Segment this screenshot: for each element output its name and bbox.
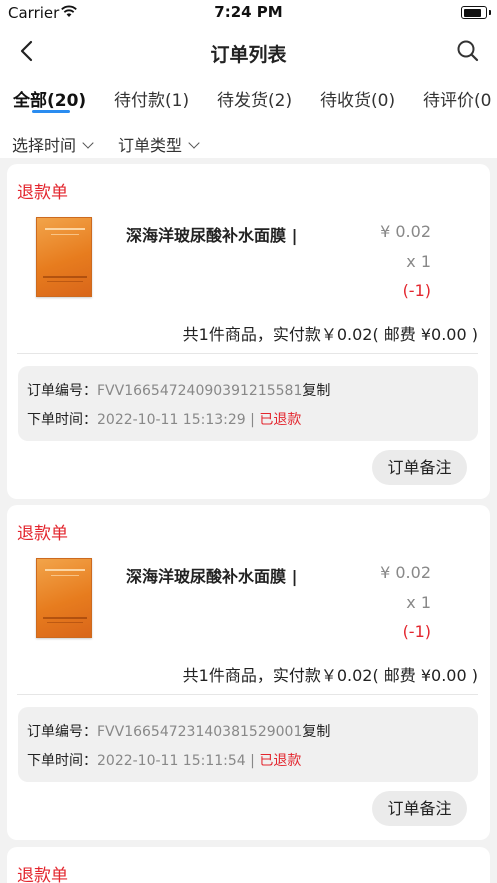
- order-number: FVV16654724090391215581: [97, 383, 303, 399]
- divider: [17, 694, 478, 695]
- page-title: 订单列表: [210, 44, 287, 66]
- tab-pending-shipment[interactable]: 待发货(2): [217, 86, 292, 111]
- product-quantity: x 1: [406, 252, 431, 271]
- clock: 7:24 PM: [214, 3, 283, 21]
- product-quantity: x 1: [406, 593, 431, 612]
- order-summary: 共1件商品，实付款￥0.02( 邮费 ¥0.00 ): [182, 666, 478, 685]
- order-card[interactable]: 退款单: [7, 847, 490, 883]
- order-card[interactable]: 退款单 深海洋玻尿酸补水面膜 | ¥ 0.02 x 1 (-1) 共1件商品，实…: [7, 505, 490, 840]
- order-number-label: 订单编号：: [27, 724, 97, 740]
- refund-tag: 退款单: [17, 866, 68, 883]
- product-price: ¥ 0.02: [380, 563, 431, 582]
- product-image[interactable]: [36, 217, 92, 297]
- order-summary: 共1件商品，实付款￥0.02( 邮费 ¥0.00 ): [182, 325, 478, 344]
- copy-button[interactable]: 复制: [302, 724, 330, 740]
- chevron-down-icon: [188, 137, 200, 149]
- tab-pending-review[interactable]: 待评价(0: [423, 86, 491, 111]
- tab-all[interactable]: 全部(20): [13, 86, 86, 111]
- separator: |: [245, 412, 260, 428]
- type-filter-dropdown[interactable]: 订单类型: [118, 132, 200, 156]
- battery-icon: [461, 6, 487, 19]
- order-status: 已退款: [259, 412, 302, 428]
- time-filter-label: 选择时间: [12, 136, 77, 155]
- time-filter-dropdown[interactable]: 选择时间: [12, 132, 94, 156]
- order-time-line: 下单时间：2022-10-11 15:11:54 | 已退款: [27, 750, 301, 770]
- order-number-line: 订单编号：FVV16654723140381529001复制: [27, 721, 330, 741]
- status-bar: Carrier 7:24 PM: [0, 0, 497, 26]
- type-filter-label: 订单类型: [118, 136, 183, 155]
- chevron-down-icon: [82, 137, 94, 149]
- refund-quantity: (-1): [402, 281, 431, 300]
- battery-cap: [489, 10, 491, 15]
- product-image[interactable]: [36, 558, 92, 638]
- order-time-label: 下单时间：: [27, 412, 97, 428]
- active-tab-indicator: [32, 110, 70, 113]
- refund-tag: 退款单: [17, 183, 68, 203]
- order-status-tabs: 全部(20) 待付款(1) 待发货(2) 待收货(0) 待评价(0: [0, 76, 497, 120]
- divider: [17, 353, 478, 354]
- order-time: 2022-10-11 15:11:54: [97, 753, 246, 769]
- copy-button[interactable]: 复制: [302, 383, 330, 399]
- order-time-line: 下单时间：2022-10-11 15:13:29 | 已退款: [27, 409, 301, 429]
- order-time-label: 下单时间：: [27, 753, 97, 769]
- nav-bar: 订单列表: [0, 26, 497, 76]
- order-card[interactable]: 退款单 深海洋玻尿酸补水面膜 | ¥ 0.02 x 1 (-1) 共1件商品，实…: [7, 164, 490, 499]
- product-price: ¥ 0.02: [380, 222, 431, 241]
- order-info-box: 订单编号：FVV16654724090391215581复制 下单时间：2022…: [18, 366, 478, 441]
- order-remark-button[interactable]: 订单备注: [372, 791, 467, 826]
- filter-bar: 选择时间 订单类型: [0, 120, 497, 158]
- search-icon[interactable]: [455, 38, 481, 64]
- order-time: 2022-10-11 15:13:29: [97, 412, 246, 428]
- separator: |: [245, 753, 260, 769]
- order-number: FVV16654723140381529001: [97, 724, 303, 740]
- tab-pending-receipt[interactable]: 待收货(0): [320, 86, 395, 111]
- order-info-box: 订单编号：FVV16654723140381529001复制 下单时间：2022…: [18, 707, 478, 782]
- order-status: 已退款: [259, 753, 302, 769]
- tab-pending-payment[interactable]: 待付款(1): [114, 86, 189, 111]
- product-name: 深海洋玻尿酸补水面膜 |: [126, 567, 298, 586]
- order-number-label: 订单编号：: [27, 383, 97, 399]
- order-number-line: 订单编号：FVV16654724090391215581复制: [27, 380, 330, 400]
- order-remark-button[interactable]: 订单备注: [372, 450, 467, 485]
- refund-quantity: (-1): [402, 622, 431, 641]
- refund-tag: 退款单: [17, 524, 68, 544]
- product-name: 深海洋玻尿酸补水面膜 |: [126, 226, 298, 245]
